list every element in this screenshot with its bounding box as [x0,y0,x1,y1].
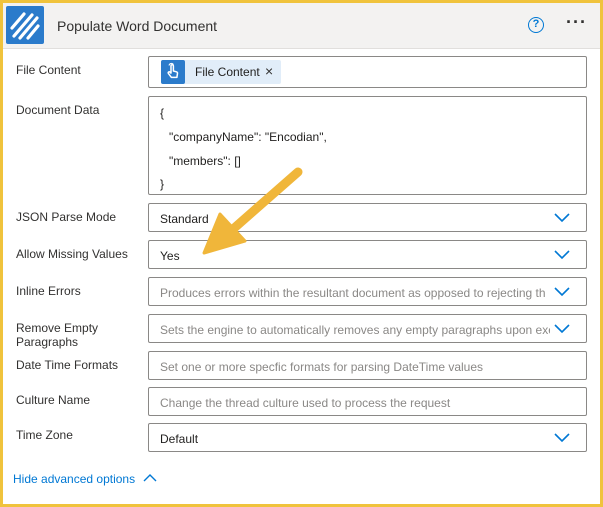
inline-errors-label: Inline Errors [16,284,81,298]
allow-missing-values-dropdown[interactable]: Yes [148,240,587,269]
card-title: Populate Word Document [57,18,218,34]
action-card: Populate Word Document ? ··· File Conten… [0,0,603,507]
chevron-down-icon[interactable] [554,213,570,223]
hide-advanced-options-link[interactable]: Hide advanced options [13,472,135,486]
remove-empty-paragraphs-label: Paragraphs [16,335,79,349]
hand-pointer-icon [161,60,185,84]
dropdown-placeholder: Produces errors within the resultant doc… [160,286,546,300]
document-data-label: Document Data [16,103,100,117]
dropdown-value: Standard [160,212,209,226]
time-zone-dropdown[interactable]: Default [148,423,587,452]
dropdown-value: Yes [160,249,180,263]
chevron-down-icon[interactable] [554,433,570,443]
card-header[interactable]: Populate Word Document ? ··· [3,3,600,49]
culture-name-input[interactable]: Change the thread culture used to proces… [148,387,587,416]
input-placeholder: Set one or more specfic formats for pars… [160,360,484,374]
json-line: } [160,177,165,191]
file-content-token[interactable]: File Content × [161,60,281,84]
json-line: "companyName": "Encodian", [169,130,327,144]
json-parse-mode-dropdown[interactable]: Standard [148,203,587,232]
token-label: File Content [195,65,260,79]
encodian-logo-icon [6,6,44,44]
dropdown-placeholder: Sets the engine to automatically removes… [160,323,550,337]
more-options-icon[interactable]: ··· [566,12,587,33]
inline-errors-dropdown[interactable]: Produces errors within the resultant doc… [148,277,587,306]
file-content-label: File Content [16,63,81,77]
chevron-down-icon[interactable] [554,287,570,297]
culture-name-label: Culture Name [16,393,91,407]
remove-empty-paragraphs-label: Remove Empty [16,321,99,335]
json-parse-mode-label: JSON Parse Mode [16,210,117,224]
document-data-field[interactable]: { "companyName": "Encodian", "members": … [148,96,587,195]
date-time-formats-input[interactable]: Set one or more specfic formats for pars… [148,351,587,380]
chevron-down-icon[interactable] [554,324,570,334]
date-time-formats-label: Date Time Formats [16,358,119,372]
input-placeholder: Change the thread culture used to proces… [160,396,451,410]
remove-empty-paragraphs-dropdown[interactable]: Sets the engine to automatically removes… [148,314,587,343]
file-content-field[interactable]: File Content × [148,56,587,88]
json-line: "members": [] [169,154,241,168]
chevron-up-icon[interactable] [143,473,157,483]
allow-missing-values-label: Allow Missing Values [16,247,128,261]
token-close-icon[interactable]: × [265,63,273,79]
help-icon[interactable]: ? [528,17,544,33]
json-line: { [160,106,165,120]
dropdown-value: Default [160,432,199,446]
chevron-down-icon[interactable] [554,250,570,260]
time-zone-label: Time Zone [16,428,73,442]
